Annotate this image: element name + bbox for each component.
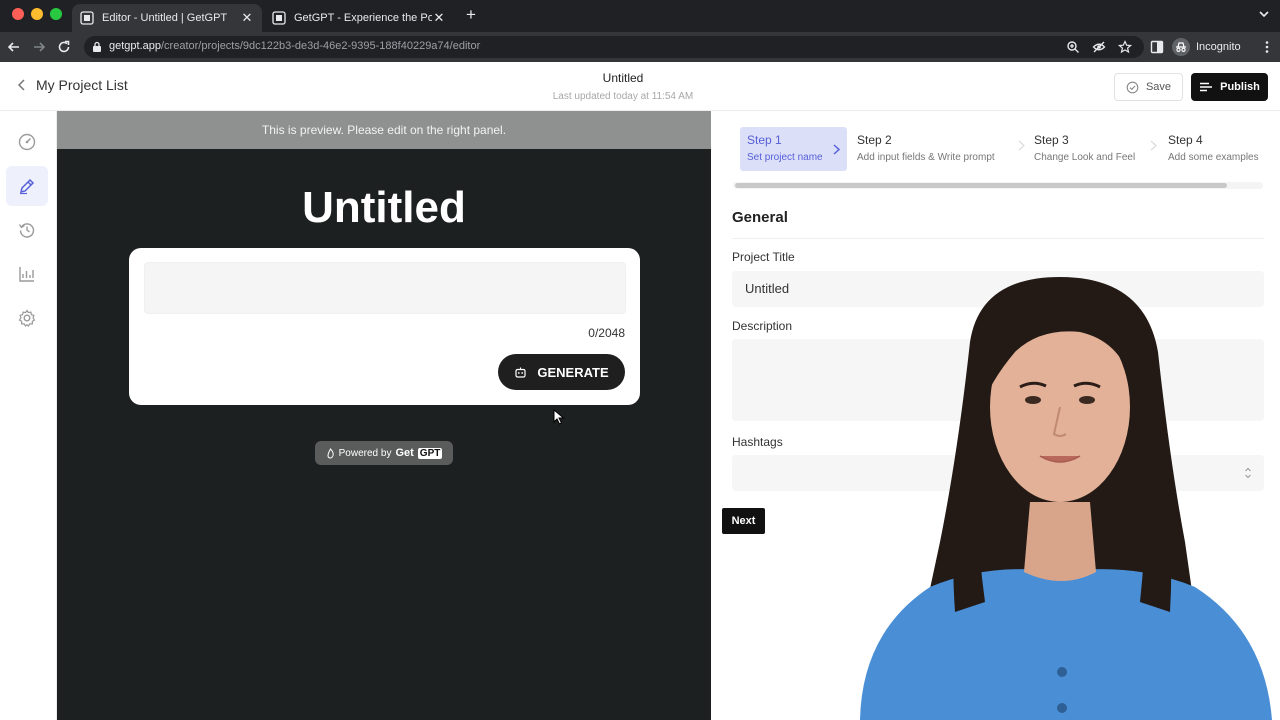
save-button[interactable]: Save: [1114, 73, 1183, 101]
powered-by-badge[interactable]: Powered by Get GPT: [315, 441, 453, 465]
preview-title: Untitled: [302, 183, 466, 232]
bookmark-star-icon[interactable]: [1118, 40, 1132, 54]
app-header: My Project List Untitled Last updated to…: [0, 62, 1280, 111]
publish-button[interactable]: Publish: [1191, 73, 1268, 101]
flame-icon: [327, 447, 334, 459]
browser-toolbar: getgpt.app/creator/projects/9dc122b3-de3…: [0, 32, 1280, 62]
lock-icon[interactable]: [92, 41, 102, 53]
profile-label: Incognito: [1196, 41, 1241, 53]
step-label: Step 1: [747, 133, 782, 147]
zoom-icon[interactable]: [1066, 40, 1080, 54]
browser-menu-icon[interactable]: [1260, 40, 1274, 54]
gear-icon: [18, 309, 36, 327]
step-description: Add input fields & Write prompt: [857, 152, 995, 163]
browser-tab-getgpt[interactable]: GetGPT - Experience the Pow ✕: [264, 4, 454, 32]
sidebar-item-editor[interactable]: [6, 166, 48, 206]
incognito-profile-button[interactable]: Incognito: [1172, 38, 1241, 56]
publish-icon: [1200, 82, 1213, 92]
eye-off-icon[interactable]: [1092, 40, 1106, 54]
window-minimize-button[interactable]: [31, 8, 43, 20]
step-2-tab[interactable]: Step 2 Add input fields & Write prompt: [850, 127, 1015, 171]
tab-title: Editor - Untitled | GetGPT: [102, 12, 228, 24]
getgpt-favicon-icon: [272, 11, 286, 25]
hashtags-label: Hashtags: [732, 435, 783, 449]
sidebar-item-analytics[interactable]: [6, 254, 48, 294]
analytics-icon: [19, 267, 34, 282]
save-label: Save: [1145, 81, 1172, 93]
step-1-tab[interactable]: Step 1 Set project name: [740, 127, 847, 171]
reload-icon[interactable]: [56, 39, 72, 55]
section-divider: [732, 238, 1264, 239]
left-sidebar: [0, 111, 57, 720]
window-zoom-button[interactable]: [50, 8, 62, 20]
step-4-tab[interactable]: Step 4 Add some examples: [1161, 127, 1263, 171]
getgpt-logo-gpt: GPT: [417, 447, 443, 459]
preview-prompt-input[interactable]: [144, 262, 626, 314]
tab-search-chevron-icon[interactable]: [1258, 8, 1270, 20]
robot-icon: [515, 367, 526, 378]
back-arrow-icon[interactable]: [6, 39, 22, 55]
url-text: getgpt.app/creator/projects/9dc122b3-de3…: [109, 40, 481, 52]
browser-tab-editor[interactable]: Editor - Untitled | GetGPT ✕: [72, 4, 262, 32]
getgpt-logo-get: Get: [395, 447, 414, 459]
step-description: Add some examples: [1168, 152, 1259, 163]
generate-label: GENERATE: [537, 364, 609, 380]
step-description: Set project name: [747, 152, 823, 163]
step-label: Step 2: [857, 133, 892, 147]
presenter-video-overlay: [860, 277, 1272, 720]
character-count: 0/2048: [588, 326, 625, 340]
section-title: General: [732, 209, 788, 226]
check-circle-icon: [1126, 81, 1139, 93]
side-panel-icon[interactable]: [1150, 40, 1164, 54]
pencil-icon: [19, 178, 35, 195]
step-description: Change Look and Feel: [1034, 152, 1136, 163]
sidebar-item-dashboard[interactable]: [6, 122, 48, 162]
sidebar-item-history[interactable]: [6, 210, 48, 250]
publish-label: Publish: [1220, 81, 1260, 93]
step-3-tab[interactable]: Step 3 Change Look and Feel: [1027, 127, 1145, 171]
preview-panel: This is preview. Please edit on the righ…: [57, 111, 711, 720]
gauge-icon: [18, 133, 36, 151]
sidebar-item-settings[interactable]: [6, 298, 48, 338]
browser-tab-bar: Editor - Untitled | GetGPT ✕ GetGPT - Ex…: [0, 0, 1280, 32]
mouse-cursor-icon: [553, 409, 565, 425]
getgpt-favicon-icon: [80, 11, 94, 25]
step-label: Step 3: [1034, 133, 1069, 147]
preview-card: 0/2048 GENERATE: [129, 248, 640, 405]
window-close-button[interactable]: [12, 8, 24, 20]
close-tab-icon[interactable]: ✕: [240, 10, 254, 26]
document-title: Untitled: [602, 71, 644, 85]
new-tab-button[interactable]: +: [462, 6, 480, 24]
chevron-right-icon: [1018, 140, 1025, 151]
preview-banner: This is preview. Please edit on the righ…: [57, 111, 711, 149]
chevron-right-icon: [833, 144, 841, 155]
close-tab-icon[interactable]: ✕: [432, 10, 446, 26]
chevron-right-icon: [1150, 140, 1157, 151]
project-title-label: Project Title: [732, 250, 795, 264]
address-bar[interactable]: getgpt.app/creator/projects/9dc122b3-de3…: [84, 36, 1144, 58]
description-label: Description: [732, 319, 793, 333]
step-navigator: Step 1 Set project name Step 2 Add input…: [733, 123, 1263, 173]
forward-arrow-icon[interactable]: [31, 39, 47, 55]
tab-title: GetGPT - Experience the Pow: [294, 12, 432, 24]
step-label: Step 4: [1168, 133, 1203, 147]
powered-by-text: Powered by: [338, 447, 392, 459]
last-updated-text: Last updated today at 11:54 AM: [552, 91, 694, 102]
steps-scrollbar[interactable]: [735, 183, 1227, 188]
incognito-icon: [1172, 38, 1190, 56]
generate-button[interactable]: GENERATE: [498, 354, 625, 390]
next-button[interactable]: Next: [722, 508, 765, 534]
history-icon: [18, 223, 35, 238]
